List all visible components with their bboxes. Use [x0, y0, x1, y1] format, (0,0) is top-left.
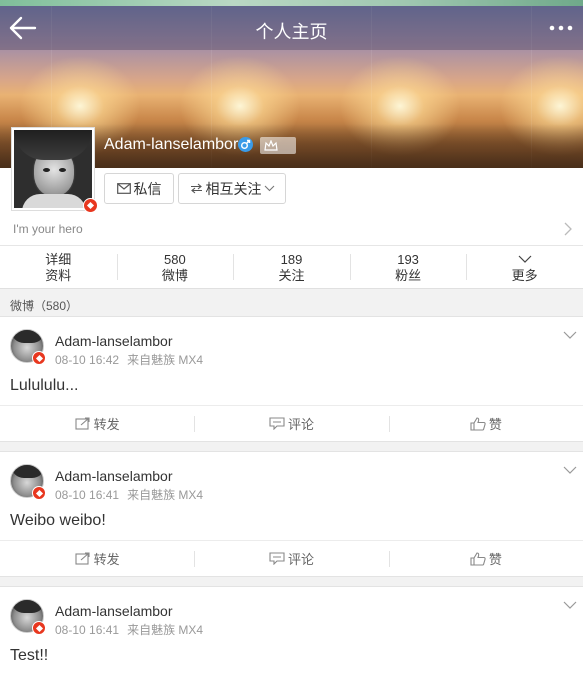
- stat-weibo[interactable]: 580 微博: [116, 246, 234, 288]
- post-author-name[interactable]: Adam-lanselambor: [55, 333, 173, 349]
- stat-bottom: 粉丝: [395, 268, 422, 283]
- thumbs-up-icon: [470, 551, 486, 566]
- post-source: 来自魅族 MX4: [127, 488, 204, 502]
- stat-top: 193: [397, 252, 419, 267]
- profile-bio[interactable]: I'm your hero: [13, 222, 83, 236]
- stat-details[interactable]: 详细 资料: [0, 246, 117, 288]
- message-button-label: 私信: [133, 180, 162, 197]
- nav-bar: 个人主页: [0, 6, 583, 50]
- verified-badge-icon: [32, 621, 46, 635]
- post-text: Test!!: [10, 647, 49, 664]
- repost-label: 转发: [93, 417, 120, 432]
- message-button[interactable]: 私信: [104, 173, 174, 204]
- chevron-down-icon: [466, 252, 583, 268]
- verified-badge-icon: [83, 198, 98, 213]
- stat-following[interactable]: 189 关注: [233, 246, 350, 288]
- post-source: 来自魅族 MX4: [127, 353, 204, 367]
- comment-button[interactable]: 评论: [194, 541, 388, 576]
- stat-bottom: 关注: [278, 268, 305, 283]
- repost-icon: [75, 552, 90, 565]
- profile-username: Adam-lanselambor: [104, 136, 239, 153]
- avatar[interactable]: [12, 128, 94, 210]
- post-time: 08-10 16:42: [55, 353, 120, 367]
- post-time: 08-10 16:41: [55, 623, 120, 637]
- weibo-post-card: Adam-lanselambor 08-10 16:41 来自魅族 MX4 Tes…: [0, 586, 583, 682]
- chevron-down-icon: [264, 185, 274, 192]
- post-meta: 08-10 16:41 来自魅族 MX4: [55, 486, 203, 503]
- stat-top: 详细: [45, 252, 72, 267]
- verified-badge-icon: [32, 486, 46, 500]
- repost-button[interactable]: 转发: [0, 406, 194, 441]
- post-actions: 转发 评论 赞: [0, 405, 583, 441]
- follow-button-label: 相互关注: [205, 180, 262, 197]
- repost-icon: [75, 417, 90, 430]
- stat-more[interactable]: 更多: [466, 246, 583, 288]
- chevron-right-icon[interactable]: [563, 222, 573, 236]
- thumbs-up-icon: [470, 416, 486, 431]
- comment-icon: [269, 552, 285, 565]
- post-author-name[interactable]: Adam-lanselambor: [55, 603, 173, 619]
- chevron-down-icon[interactable]: [563, 462, 577, 474]
- repost-button[interactable]: 转发: [0, 541, 194, 576]
- repost-label: 转发: [93, 552, 120, 567]
- mutual-arrows-icon: [190, 183, 202, 194]
- post-time: 08-10 16:41: [55, 488, 120, 502]
- post-actions: 转发 评论 赞: [0, 540, 583, 576]
- comment-label: 评论: [287, 417, 314, 432]
- crown-icon[interactable]: [260, 137, 296, 154]
- stat-bottom: 微博: [161, 268, 188, 283]
- stat-bottom: 更多: [511, 268, 538, 283]
- stat-top: 580: [164, 252, 186, 267]
- mutual-follow-button[interactable]: 相互关注: [178, 173, 286, 204]
- weibo-post-card: Adam-lanselambor 08-10 16:41 来自魅族 MX4 Wei…: [0, 451, 583, 577]
- page-title: 个人主页: [255, 22, 328, 42]
- more-dots-icon[interactable]: [549, 18, 573, 38]
- like-label: 赞: [488, 417, 502, 432]
- verified-badge-icon: [32, 351, 46, 365]
- like-label: 赞: [488, 552, 502, 567]
- post-meta: 08-10 16:41 来自魅族 MX4: [55, 621, 203, 638]
- stat-fans[interactable]: 193 粉丝: [349, 246, 467, 288]
- post-meta: 08-10 16:42 来自魅族 MX4: [55, 351, 203, 368]
- comment-icon: [269, 417, 285, 430]
- post-text: Weibo weibo!: [10, 512, 106, 529]
- post-text: Lulululu...: [10, 377, 79, 394]
- like-button[interactable]: 赞: [388, 406, 583, 441]
- chevron-down-icon[interactable]: [563, 597, 577, 609]
- stat-top: 189: [280, 252, 303, 267]
- mail-icon: [116, 183, 131, 194]
- weibo-post-card: Adam-lanselambor 08-10 16:42 来自魅族 MX4 Lul…: [0, 316, 583, 442]
- profile-stats-bar: 详细 资料 580 微博 189 关注 193 粉丝 更多: [0, 245, 583, 289]
- male-icon: [238, 137, 253, 152]
- comment-button[interactable]: 评论: [194, 406, 388, 441]
- post-author-name[interactable]: Adam-lanselambor: [55, 468, 173, 484]
- comment-label: 评论: [287, 552, 314, 567]
- like-button[interactable]: 赞: [388, 541, 583, 576]
- weibo-section-label: 微博（580）: [10, 299, 79, 313]
- stat-bottom: 资料: [45, 268, 72, 283]
- post-source: 来自魅族 MX4: [127, 623, 204, 637]
- chevron-down-icon[interactable]: [563, 327, 577, 339]
